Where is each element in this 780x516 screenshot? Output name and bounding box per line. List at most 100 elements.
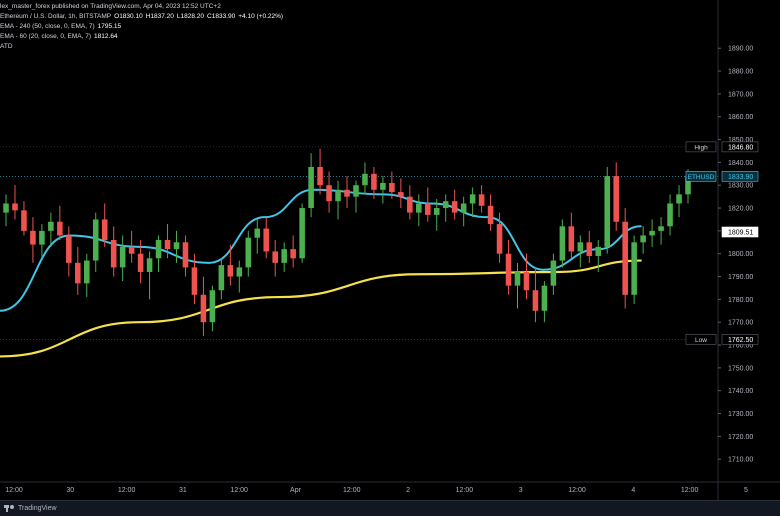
candle-body [478, 194, 485, 206]
candle-body [433, 208, 440, 215]
candle [272, 240, 278, 277]
price-tick-label: 1870.00 [728, 91, 753, 98]
candle [478, 185, 485, 213]
ema240-legend-row[interactable]: EMA - 240 (50, close, 0, EMA, 7) 1795.15 [0, 22, 283, 32]
candle [182, 235, 189, 277]
candle [586, 230, 593, 263]
candle-body [48, 221, 54, 231]
candle-body [12, 203, 18, 211]
candle-body [30, 230, 36, 245]
price-tick-label: 1860.00 [728, 114, 753, 121]
candle-body [317, 166, 323, 186]
price-tick-label: 1800.00 [728, 251, 753, 258]
time-tick-label: 5 [744, 487, 748, 494]
candle [514, 262, 521, 309]
candle [460, 196, 467, 227]
time-tick-label: 2 [406, 487, 410, 494]
candle [326, 171, 332, 213]
price-tick-label: 1740.00 [728, 388, 753, 395]
candle-body [236, 267, 243, 277]
candle [523, 253, 530, 300]
candle-body [586, 242, 593, 256]
candle-body [416, 203, 422, 213]
candle [640, 226, 646, 254]
price-tick-label: 1720.00 [728, 434, 753, 441]
candle-body [209, 290, 216, 323]
candle [110, 226, 117, 277]
candle-body [523, 271, 530, 291]
price-tick-label: 1750.00 [728, 365, 753, 372]
candle-body [21, 210, 27, 231]
tradingview-logo-icon [4, 505, 14, 512]
candle-body [245, 237, 252, 268]
candle [173, 230, 180, 263]
candle [416, 194, 422, 227]
candle-body [442, 201, 449, 209]
time-tick-label: 12:00 [456, 487, 474, 494]
candle [577, 235, 584, 268]
time-tick-label: 12:00 [230, 487, 248, 494]
time-axis[interactable]: 12:00 30 12:00 31 12:00 Apr 12:00 2 12:00 3 12:00 4… [0, 481, 780, 494]
candle [451, 189, 458, 220]
candle-body [649, 230, 655, 236]
price-tag-value: 1809.51 [728, 229, 753, 236]
candle-body [362, 173, 368, 186]
candle [12, 185, 18, 220]
candle [236, 260, 243, 293]
candle-body [164, 240, 171, 250]
candle-body [380, 182, 386, 190]
price-tick-label: 1820.00 [728, 206, 753, 213]
candle-body [532, 290, 539, 311]
atd-label: ATD [0, 43, 13, 50]
candle [353, 180, 359, 213]
candle-body [640, 235, 646, 243]
candle-body [667, 203, 673, 227]
candle [155, 235, 162, 272]
candle [613, 162, 619, 231]
candle [362, 162, 368, 195]
candle [75, 246, 81, 295]
candle-body [227, 265, 234, 277]
chart-legend: lex_master_forex published on TradingVie… [0, 2, 283, 52]
price-tag-value: 1846.80 [728, 144, 753, 151]
price-chart[interactable]: 1710.001720.001730.001740.001750.001760.… [0, 0, 780, 500]
price-tick-label: 1770.00 [728, 320, 753, 327]
candle-body [146, 258, 153, 272]
price-axis[interactable]: 1710.001720.001730.001740.001750.001760.… [717, 0, 753, 500]
candle-body [568, 226, 575, 252]
candle-body [460, 203, 467, 213]
atd-legend-row[interactable]: ATD [0, 42, 283, 52]
candle-body [218, 265, 225, 291]
candle-body [514, 271, 521, 286]
price-tag: ETHUSD 1833.90 [685, 171, 759, 182]
time-tick-label: 30 [66, 487, 74, 494]
price-tag-label: ETHUSD [688, 174, 715, 181]
change-value: +4.10 (+0.22%) [238, 13, 284, 20]
ema60-legend-row[interactable]: EMA - 60 (20, close, 0, EMA, 7) 1812.64 [0, 32, 283, 42]
candle [119, 235, 126, 282]
candle-body [335, 189, 341, 202]
ema240-value: 1795.15 [97, 23, 122, 30]
time-tick-label: 31 [179, 487, 187, 494]
candle-body [631, 242, 637, 295]
candle [487, 194, 494, 231]
candle [290, 235, 296, 268]
candle [398, 178, 404, 209]
candle-body [550, 260, 557, 286]
candle [317, 148, 323, 195]
candle-body [676, 194, 682, 204]
candle [505, 240, 512, 295]
candle [281, 242, 287, 272]
candle-body [487, 205, 494, 225]
candle-body [505, 253, 512, 286]
time-tick-label: 12:00 [118, 487, 136, 494]
footer-brand[interactable]: TradingView [18, 505, 57, 512]
candle-body [137, 253, 144, 272]
candle [604, 166, 611, 254]
candle-body [541, 285, 548, 311]
price-tags: High 1846.80 ETHUSD 1833.90 1809.51 Low 1762.5… [685, 141, 759, 345]
price-tick-label: 1840.00 [728, 160, 753, 167]
candle [541, 281, 548, 323]
candle-body [119, 246, 126, 268]
candle-body [173, 242, 180, 250]
